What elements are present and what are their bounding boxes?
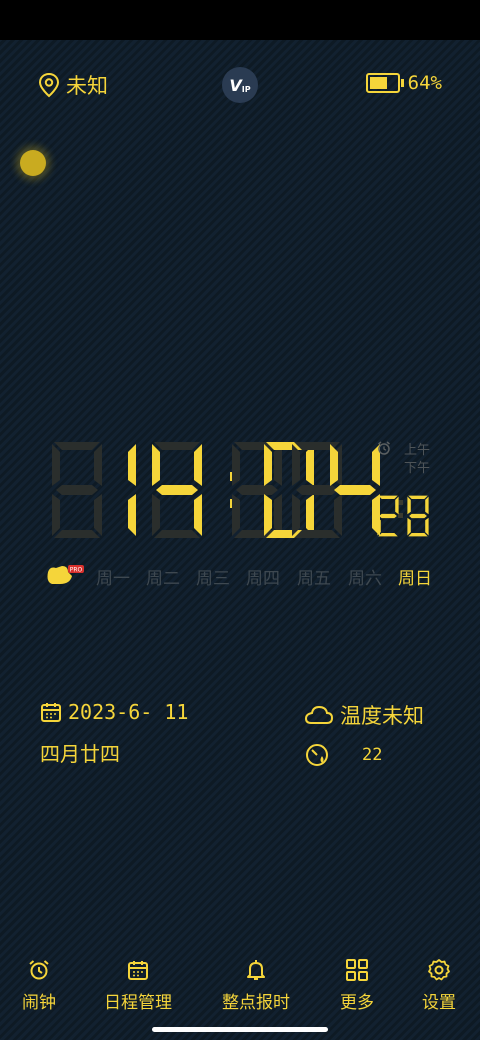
weekday-sun: 周日 xyxy=(398,569,432,589)
vip-icon: V xyxy=(229,75,242,95)
pm-label: 下午 xyxy=(404,461,431,476)
top-bar: 未知 V IP 64% xyxy=(0,67,480,104)
battery-percent: 64% xyxy=(407,72,442,94)
location-pin-icon xyxy=(38,72,60,98)
vip-sub: IP xyxy=(241,84,251,94)
nav-settings[interactable]: 设置 xyxy=(422,958,456,1013)
weekday-tue: 周二 xyxy=(146,569,180,589)
hour-ones-digit xyxy=(152,442,202,538)
date-info: 2023-6- 11 四月廿四 xyxy=(40,700,188,767)
weekday-row: PRO 周一 周二 周三 周四 周五 周六 周日 xyxy=(44,562,444,590)
vip-button[interactable]: V IP xyxy=(222,67,258,103)
second-tens-digit xyxy=(377,495,399,537)
weekday-fri: 周五 xyxy=(297,569,331,589)
home-indicator[interactable] xyxy=(152,1027,328,1032)
hour-tens-digit xyxy=(128,444,136,536)
pro-badge-icon[interactable]: PRO xyxy=(44,562,86,588)
alarm-clock-icon xyxy=(29,960,49,980)
weather-info: 温度未知 22 xyxy=(304,700,424,768)
moon-icon xyxy=(20,150,46,176)
status-bar xyxy=(0,0,480,40)
second-ones-digit xyxy=(407,495,429,537)
weekday-wed: 周三 xyxy=(196,569,230,589)
nav-settings-label: 设置 xyxy=(422,993,456,1013)
battery-fill xyxy=(369,77,387,89)
grid-icon xyxy=(346,959,368,981)
alarm-indicator-icon xyxy=(378,441,390,455)
temperature-text: 温度未知 xyxy=(340,704,424,728)
calendar-icon xyxy=(41,703,61,722)
nav-schedule-label: 日程管理 xyxy=(104,993,172,1013)
humidity-text: 22 xyxy=(362,745,383,765)
battery-tip xyxy=(400,79,404,87)
nav-more-label: 更多 xyxy=(340,993,374,1013)
schedule-calendar-icon xyxy=(128,961,148,980)
nav-alarm-label: 闹钟 xyxy=(22,993,56,1013)
battery-indicator: 64% xyxy=(365,72,442,94)
cloud-icon xyxy=(304,705,334,724)
am-label: 上午 xyxy=(404,443,431,458)
humidity-gauge-icon xyxy=(306,744,328,766)
location[interactable]: 未知 xyxy=(38,70,108,100)
nav-hourly-chime[interactable]: 整点报时 xyxy=(222,958,290,1013)
am-pm-indicator: 上午 下午 xyxy=(404,442,430,478)
gear-icon xyxy=(428,959,450,981)
location-text: 未知 xyxy=(66,74,108,98)
pro-badge-text: PRO xyxy=(70,567,83,574)
battery-icon xyxy=(365,73,400,93)
lunar-date: 四月廿四 xyxy=(40,742,120,766)
digital-clock: 上午 下午 xyxy=(44,440,444,550)
bell-icon xyxy=(247,960,265,980)
weekday-thu: 周四 xyxy=(246,569,280,589)
nav-schedule[interactable]: 日程管理 xyxy=(104,958,172,1013)
bottom-navigation: 闹钟 日程管理 整点报时 更多 设置 xyxy=(0,958,480,1018)
date-text: 2023-6- 11 xyxy=(68,700,189,724)
weekday-mon: 周一 xyxy=(96,569,130,589)
weekday-sat: 周六 xyxy=(348,569,382,589)
nav-more[interactable]: 更多 xyxy=(340,958,374,1013)
nav-hourly-label: 整点报时 xyxy=(222,993,290,1013)
nav-alarm[interactable]: 闹钟 xyxy=(22,958,56,1013)
